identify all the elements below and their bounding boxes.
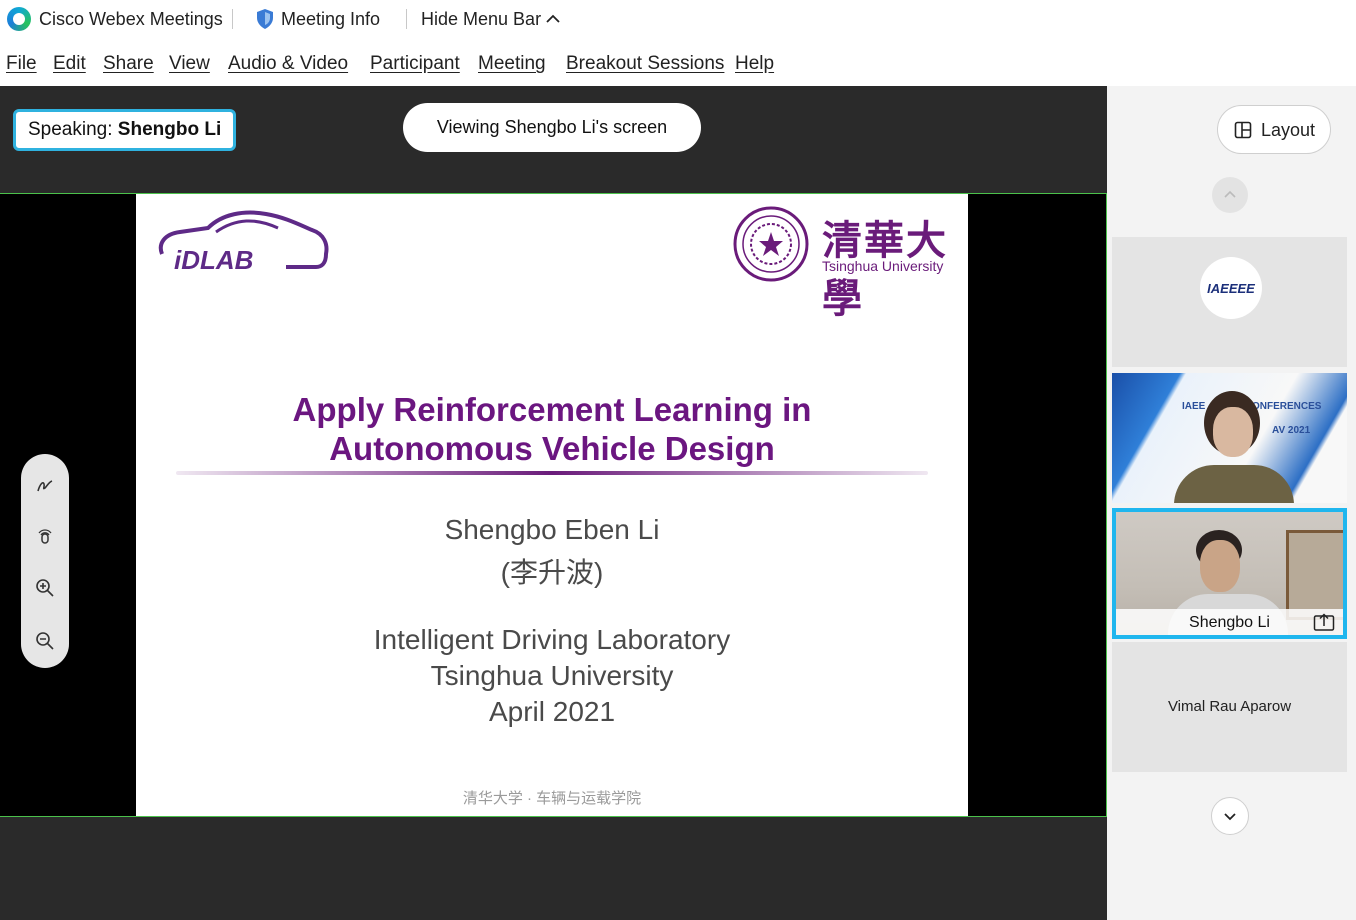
divider <box>406 9 407 29</box>
participant-body <box>1174 465 1294 503</box>
slide-date: April 2021 <box>488 696 616 727</box>
slide-affiliation-university: Tsinghua University <box>430 660 674 691</box>
zoom-out-icon[interactable] <box>33 629 57 653</box>
scroll-up-button[interactable] <box>1212 177 1248 213</box>
scroll-down-button[interactable] <box>1211 797 1249 835</box>
slide-title-line2: Autonomous Vehicle Design <box>329 430 775 467</box>
participant-tile[interactable]: Vimal Rau Aparow <box>1112 642 1347 772</box>
university-name-en: Tsinghua University <box>822 258 944 274</box>
participant-face <box>1213 407 1253 457</box>
shared-screen: iDLAB 清華大學 Tsinghua University Apply Rei… <box>0 193 1107 817</box>
tsinghua-seal-logo <box>733 206 809 282</box>
menu-edit[interactable]: Edit <box>53 53 86 75</box>
menu-audio-video[interactable]: Audio & Video <box>228 53 348 75</box>
menu-help[interactable]: Help <box>735 53 774 75</box>
speaking-label: Speaking: <box>28 119 113 140</box>
layout-icon <box>1234 121 1252 139</box>
participant-name: Vimal Rau Aparow <box>1167 698 1292 715</box>
screen-share-icon <box>1313 613 1335 631</box>
menu-breakout-sessions[interactable]: Breakout Sessions <box>566 53 724 75</box>
pointer-icon[interactable] <box>33 524 57 548</box>
presentation-slide: iDLAB 清華大學 Tsinghua University Apply Rei… <box>136 194 968 816</box>
viewing-screen-pill: Viewing Shengbo Li's screen <box>403 103 701 152</box>
slide-footer: 清华大学 · 车辆与运载学院 <box>462 790 642 807</box>
layout-label: Layout <box>1261 120 1316 140</box>
idlab-logo: iDLAB <box>158 210 329 275</box>
divider <box>232 9 233 29</box>
banner-text-left: IAEE <box>1182 401 1206 412</box>
zoom-in-icon[interactable] <box>33 576 57 600</box>
webex-window: Cisco Webex Meetings Meeting Info Hide M… <box>0 0 1356 920</box>
slide-author: Shengbo Eben Li <box>444 514 660 545</box>
title-bar: Cisco Webex Meetings Meeting Info Hide M… <box>0 0 1356 40</box>
chevron-up-icon <box>1224 190 1236 198</box>
layout-button[interactable]: Layout <box>1217 105 1331 154</box>
slide-title: Apply Reinforcement Learning in Autonomo… <box>136 390 968 468</box>
menu-bar: File Edit Share View Audio & Video Parti… <box>0 40 1356 86</box>
menu-meeting[interactable]: Meeting <box>478 53 546 75</box>
menu-share[interactable]: Share <box>103 53 154 75</box>
pen-icon[interactable] <box>33 474 57 498</box>
shield-icon[interactable] <box>255 8 275 30</box>
svg-text:iDLAB: iDLAB <box>174 245 253 275</box>
iaeeee-logo: IAEEEE <box>1200 257 1262 319</box>
chevron-down-icon <box>1224 813 1236 821</box>
slide-title-line1: Apply Reinforcement Learning in <box>292 391 812 428</box>
participant-tile[interactable]: IAEEEE <box>1112 237 1347 367</box>
chevron-up-icon[interactable] <box>544 10 562 28</box>
webex-logo-icon <box>7 7 31 31</box>
active-speaker-tile[interactable]: Shengbo Li <box>1112 508 1347 639</box>
content-stage: Speaking: Shengbo Li Viewing Shengbo Li'… <box>0 86 1107 920</box>
menu-participant[interactable]: Participant <box>370 53 460 75</box>
app-name: Cisco Webex Meetings <box>39 9 223 29</box>
speaking-indicator: Speaking: Shengbo Li <box>13 109 237 151</box>
banner-text-right: ONFERENCES <box>1252 401 1322 412</box>
slide-affiliation-lab: Intelligent Driving Laboratory <box>373 624 731 655</box>
speaking-name: Shengbo Li <box>117 119 222 140</box>
participant-panel: Layout IAEEEE IAEE ONFERENCES AV 2021 Sh… <box>1107 86 1356 920</box>
background-shelf <box>1286 530 1343 620</box>
annotation-toolbar <box>21 454 69 668</box>
participant-video-tile[interactable]: IAEE ONFERENCES AV 2021 <box>1112 373 1347 503</box>
slide-author-cn: (李升波) <box>500 557 604 588</box>
banner-text-sub: AV 2021 <box>1272 425 1311 436</box>
participant-face <box>1200 540 1240 592</box>
menu-file[interactable]: File <box>6 53 37 75</box>
title-divider <box>176 471 928 475</box>
participant-name: Shengbo Li <box>1116 609 1343 635</box>
hide-menu-bar-button[interactable]: Hide Menu Bar <box>421 9 541 30</box>
meeting-info-button[interactable]: Meeting Info <box>281 9 380 30</box>
menu-view[interactable]: View <box>169 53 210 75</box>
